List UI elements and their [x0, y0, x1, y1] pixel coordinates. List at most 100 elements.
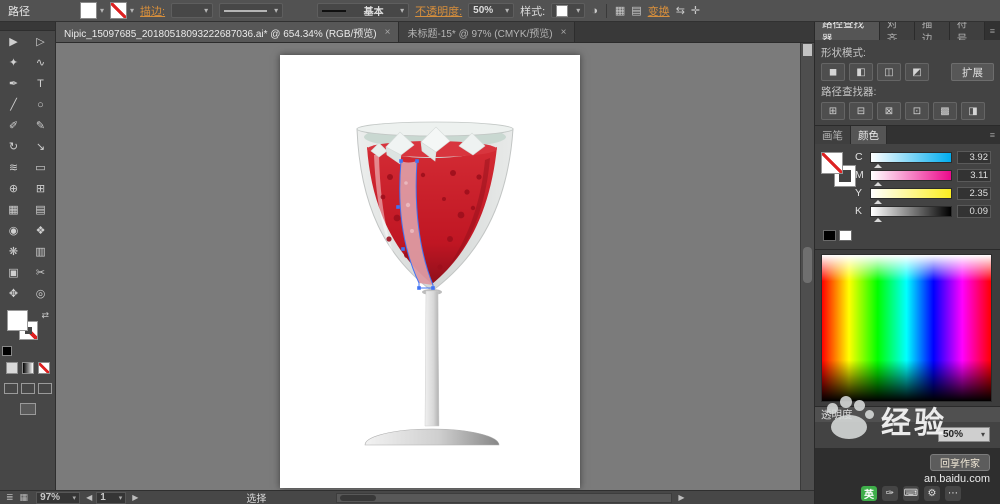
yellow-slider[interactable]: [870, 187, 952, 204]
mesh-tool[interactable]: ▦: [0, 199, 27, 220]
unite-button[interactable]: ◼: [821, 63, 845, 81]
black-swatch[interactable]: [823, 230, 836, 241]
shuffle-icon[interactable]: ⇆: [676, 4, 685, 17]
exclude-button[interactable]: ◩: [905, 63, 929, 81]
panel-menu-icon[interactable]: ≡: [985, 22, 1000, 40]
previous-artboard-icon[interactable]: ◀: [86, 493, 92, 502]
opacity-combo[interactable]: 50% ▾: [468, 3, 515, 18]
draw-normal-icon[interactable]: [3, 383, 18, 394]
opacity-link[interactable]: 不透明度:: [415, 3, 462, 19]
transparency-opacity-combo[interactable]: 50% ▾: [938, 427, 990, 442]
stroke-weight-combo[interactable]: ▾: [171, 3, 214, 18]
intersect-button[interactable]: ◫: [877, 63, 901, 81]
settings-wrench-icon[interactable]: ⚙: [924, 486, 940, 501]
next-artboard-icon[interactable]: ▶: [132, 493, 138, 502]
align-icon[interactable]: ▦: [615, 4, 625, 17]
tab-stroke[interactable]: 描边: [914, 18, 950, 45]
fill-color-swatch[interactable]: [80, 2, 97, 19]
panel-menu-icon[interactable]: ≡: [985, 126, 1000, 144]
fill-swatch[interactable]: [7, 310, 28, 331]
horizontal-scrollbar-thumb[interactable]: [340, 494, 377, 501]
stroke-dropdown-icon[interactable]: ▾: [130, 6, 134, 15]
default-fill-stroke-icon[interactable]: [2, 346, 12, 356]
type-tool[interactable]: T: [27, 73, 54, 94]
tab-brushes[interactable]: 画笔: [815, 126, 851, 144]
fill-stroke-proxy[interactable]: [821, 152, 856, 187]
perspective-grid-tool[interactable]: ⊞: [27, 178, 54, 199]
handwriting-icon[interactable]: ✑: [882, 486, 898, 501]
stroke-link[interactable]: 描边:: [140, 3, 165, 19]
outline-button[interactable]: ▩: [933, 102, 957, 120]
blend-tool[interactable]: ❖: [27, 220, 54, 241]
slice-tool[interactable]: ✂: [27, 262, 54, 283]
artboard-tool[interactable]: ▣: [0, 262, 27, 283]
screen-mode-icon[interactable]: [19, 403, 36, 415]
minus-back-button[interactable]: ◨: [961, 102, 985, 120]
rotate-tool[interactable]: ↻: [0, 136, 27, 157]
crop-button[interactable]: ⊡: [905, 102, 929, 120]
direct-selection-tool[interactable]: ▷: [27, 31, 54, 52]
shape-builder-tool[interactable]: ⊕: [0, 178, 27, 199]
cyan-value-field[interactable]: 3.92: [957, 150, 991, 164]
expand-button[interactable]: 扩展: [951, 63, 994, 81]
style-combo[interactable]: ▾: [551, 3, 586, 18]
transform-link[interactable]: 变换: [648, 3, 670, 19]
ime-language-icon[interactable]: 英: [861, 486, 877, 501]
trim-button[interactable]: ⊟: [849, 102, 873, 120]
keyboard-icon[interactable]: ⌨: [903, 486, 919, 501]
pen-tool[interactable]: ✒: [0, 73, 27, 94]
divide-button[interactable]: ⊞: [821, 102, 845, 120]
free-transform-tool[interactable]: ▭: [27, 157, 54, 178]
document-tab-untitled[interactable]: 未标题-15* @ 97% (CMYK/预览) ×: [399, 22, 576, 42]
zoom-tool[interactable]: ◎: [27, 283, 54, 304]
fill-dropdown-icon[interactable]: ▾: [100, 6, 104, 15]
line-tool[interactable]: ╱: [0, 94, 27, 115]
stroke-color-swatch[interactable]: [110, 2, 128, 19]
grid-icon[interactable]: ▦: [20, 492, 29, 503]
close-tab-icon[interactable]: ×: [385, 27, 391, 38]
brush-definition-combo[interactable]: 基本 ▾: [317, 3, 410, 18]
more-icon[interactable]: ⋯: [945, 486, 961, 501]
vertical-scrollbar-thumb[interactable]: [803, 247, 812, 283]
color-mode-button[interactable]: [5, 362, 18, 374]
tab-color[interactable]: 颜色: [851, 126, 887, 144]
symbol-sprayer-tool[interactable]: ❋: [0, 241, 27, 262]
eyedropper-tool[interactable]: ◉: [0, 220, 27, 241]
minus-front-button[interactable]: ◧: [849, 63, 873, 81]
recolor-artwork-icon[interactable]: ◑: [591, 5, 598, 17]
gradient-mode-button[interactable]: [21, 362, 34, 374]
merge-button[interactable]: ⊠: [877, 102, 901, 120]
cyan-slider[interactable]: [870, 151, 952, 168]
width-tool[interactable]: ≋: [0, 157, 27, 178]
document-tab-nipic[interactable]: Nipic_15097685_20180518093222687036.ai* …: [56, 22, 400, 42]
close-tab-icon[interactable]: ×: [561, 27, 567, 38]
yellow-value-field[interactable]: 2.35: [957, 186, 991, 200]
magenta-slider[interactable]: [870, 169, 952, 186]
isolate-icon[interactable]: ✛: [691, 4, 700, 17]
black-slider[interactable]: [870, 205, 952, 222]
paintbrush-tool[interactable]: ✐: [0, 115, 27, 136]
scrollbar-top-button[interactable]: [803, 44, 812, 56]
hand-tool[interactable]: ✥: [0, 283, 27, 304]
lasso-tool[interactable]: ∿: [27, 52, 54, 73]
tools-panel-grip[interactable]: [0, 22, 55, 31]
scroll-right-icon[interactable]: ▶: [678, 493, 684, 502]
swap-fill-stroke-icon[interactable]: ⇄: [41, 310, 49, 321]
fill-proxy[interactable]: [821, 152, 843, 174]
color-spectrum[interactable]: [821, 254, 992, 402]
none-mode-button[interactable]: [37, 362, 50, 374]
tab-align[interactable]: 对齐: [879, 18, 915, 45]
tab-pathfinder[interactable]: 路径查找器: [815, 18, 880, 45]
canvas-area[interactable]: [56, 42, 800, 490]
white-swatch[interactable]: [839, 230, 852, 241]
horizontal-scrollbar[interactable]: [336, 492, 673, 503]
scale-tool[interactable]: ↘: [27, 136, 54, 157]
distribute-icon[interactable]: ▤: [631, 4, 641, 17]
selection-tool[interactable]: ▶: [0, 31, 27, 52]
vertical-scrollbar[interactable]: [800, 42, 814, 490]
pencil-tool[interactable]: ✎: [27, 115, 54, 136]
ellipse-tool[interactable]: ○: [27, 94, 54, 115]
zoom-combo[interactable]: 97% ▾: [36, 491, 81, 504]
tab-symbols[interactable]: 符号: [949, 18, 985, 45]
artboard[interactable]: [280, 55, 580, 488]
